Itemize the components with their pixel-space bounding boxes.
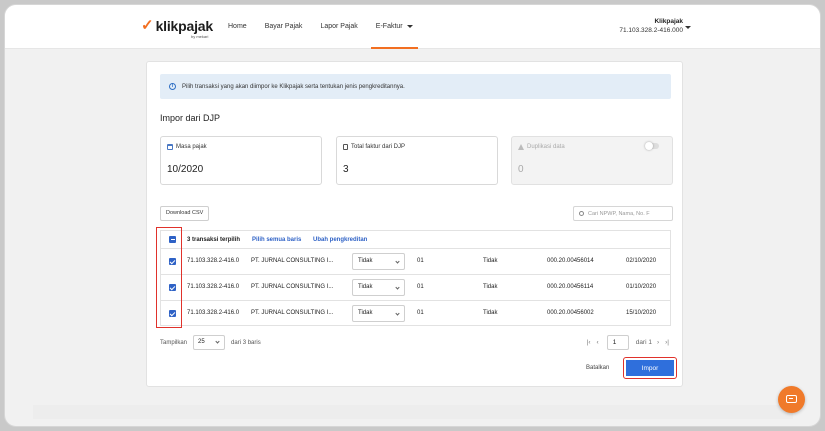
page-input[interactable]: 1	[606, 335, 629, 350]
duplikasi-toggle[interactable]	[645, 142, 659, 150]
search-input[interactable]: Cari NPWP, Nama, No. F	[573, 206, 673, 221]
masa-pajak-value: 10/2020	[167, 164, 204, 175]
change-credit-link[interactable]: Ubah pengkreditan	[313, 237, 367, 243]
chevron-down-icon	[395, 259, 400, 264]
table-row: 71.103.328.2-416.0 PT. JURNAL CONSULTING…	[161, 275, 670, 301]
check-logo-icon: ✓	[141, 17, 154, 34]
credit-value: Tidak	[358, 284, 373, 290]
row-status: Tidak	[483, 310, 498, 316]
import-card: i Pilih transaksi yang akan diimpor ke K…	[146, 61, 683, 387]
import-button[interactable]: Impor	[623, 357, 677, 379]
row-date: 15/10/2020	[626, 310, 657, 316]
table-row: 71.103.328.2-416.0 PT. JURNAL CONSULTING…	[161, 301, 670, 327]
chevron-down-icon	[395, 285, 400, 290]
nav-home[interactable]: Home	[219, 5, 256, 49]
row-code: 01	[417, 310, 424, 316]
per-page-select[interactable]: 25	[193, 335, 226, 350]
duplikasi-value: 0	[518, 164, 524, 175]
per-page-value: 25	[198, 339, 205, 345]
logo-sub: by mekari	[191, 34, 209, 39]
pagination: |‹ ‹ 1 dari 1 › ›|	[584, 335, 672, 350]
last-page-icon[interactable]: ›|	[665, 339, 669, 346]
search-placeholder: Cari NPWP, Nama, No. F	[588, 210, 650, 217]
calendar-icon	[167, 144, 173, 150]
caret-down-icon	[406, 24, 413, 28]
row-name: PT. JURNAL CONSULTING I...	[251, 284, 334, 290]
row-count-label: dari 3 baris	[231, 339, 261, 346]
row-date: 02/10/2020	[626, 258, 657, 264]
account-caret-icon[interactable]	[685, 26, 691, 29]
search-icon	[579, 211, 584, 216]
show-label: Tampilkan	[160, 339, 188, 346]
rows-per-page: Tampilkan 25 dari 3 baris	[160, 335, 261, 350]
credit-value: Tidak	[358, 258, 373, 264]
cancel-button[interactable]: Batalkan	[586, 365, 609, 371]
browser-frame: ✓ klikpajak by mekari Home Bayar Pajak L…	[4, 4, 821, 427]
nav-bayar-pajak[interactable]: Bayar Pajak	[256, 5, 312, 49]
row-npwp: 71.103.328.2-416.0	[187, 258, 240, 264]
credit-value: Tidak	[358, 310, 373, 316]
transaction-table: 3 transaksi terpilih Pilih semua baris U…	[160, 230, 671, 326]
row-date: 01/10/2020	[626, 284, 657, 290]
credit-select[interactable]: Tidak	[352, 279, 405, 296]
selected-count: 3 transaksi terpilih	[187, 237, 241, 243]
warning-icon	[518, 144, 524, 150]
info-icon: i	[169, 83, 176, 90]
top-navbar: ✓ klikpajak by mekari Home Bayar Pajak L…	[5, 5, 820, 49]
page-count-label: dari 1	[635, 339, 652, 346]
account-npwp: 71.103.328.2-416.000	[619, 27, 683, 34]
chat-icon	[786, 395, 797, 403]
table-header: 3 transaksi terpilih Pilih semua baris U…	[161, 231, 670, 249]
total-faktur-label: Total faktur dari DJP	[351, 144, 406, 150]
nav-efaktur-label: E-Faktur	[375, 23, 403, 30]
info-banner: i Pilih transaksi yang akan diimpor ke K…	[160, 74, 671, 99]
account-name: Klikpajak	[654, 18, 683, 25]
page-title: Impor dari DJP	[160, 113, 221, 123]
prev-page-icon[interactable]: ‹	[597, 339, 599, 346]
checkbox-highlight	[156, 227, 182, 328]
account-menu[interactable]: Klikpajak 71.103.328.2-416.000	[619, 18, 683, 34]
row-faktur: 000.20.00456114	[547, 284, 594, 290]
row-npwp: 71.103.328.2-416.0	[187, 310, 240, 316]
row-faktur: 000.20.00456014	[547, 258, 594, 264]
total-faktur-value: 3	[343, 164, 349, 175]
row-npwp: 71.103.328.2-416.0	[187, 284, 240, 290]
first-page-icon[interactable]: |‹	[587, 339, 591, 346]
table-row: 71.103.328.2-416.0 PT. JURNAL CONSULTING…	[161, 249, 670, 275]
row-name: PT. JURNAL CONSULTING I...	[251, 258, 334, 264]
footer-strip	[33, 405, 793, 419]
row-code: 01	[417, 284, 424, 290]
masa-pajak-label: Masa pajak	[176, 144, 207, 150]
chevron-down-icon	[395, 311, 400, 316]
row-name: PT. JURNAL CONSULTING I...	[251, 310, 334, 316]
duplikasi-label: Duplikasi data	[527, 144, 565, 150]
main-nav: Home Bayar Pajak Lapor Pajak E-Faktur	[219, 5, 422, 49]
klikpajak-logo[interactable]: ✓ klikpajak by mekari	[141, 17, 214, 39]
row-status: Tidak	[483, 258, 498, 264]
chevron-down-icon	[215, 339, 220, 344]
credit-select[interactable]: Tidak	[352, 305, 405, 322]
document-icon	[343, 144, 348, 150]
select-all-rows-link[interactable]: Pilih semua baris	[252, 237, 301, 243]
chat-button[interactable]	[778, 386, 805, 413]
nav-lapor-pajak[interactable]: Lapor Pajak	[311, 5, 366, 49]
next-page-icon[interactable]: ›	[657, 339, 659, 346]
info-text: Pilih transaksi yang akan diimpor ke Kli…	[182, 83, 405, 90]
credit-select[interactable]: Tidak	[352, 253, 405, 270]
row-status: Tidak	[483, 284, 498, 290]
nav-efaktur[interactable]: E-Faktur	[367, 5, 422, 49]
row-code: 01	[417, 258, 424, 264]
total-faktur-box: Total faktur dari DJP 3	[336, 136, 498, 185]
duplikasi-box: Duplikasi data 0	[511, 136, 673, 185]
download-csv-button[interactable]: Download CSV	[160, 206, 210, 221]
masa-pajak-box: Masa pajak 10/2020	[160, 136, 322, 185]
logo-text: klikpajak	[155, 18, 214, 34]
row-faktur: 000.20.00456002	[547, 310, 594, 316]
